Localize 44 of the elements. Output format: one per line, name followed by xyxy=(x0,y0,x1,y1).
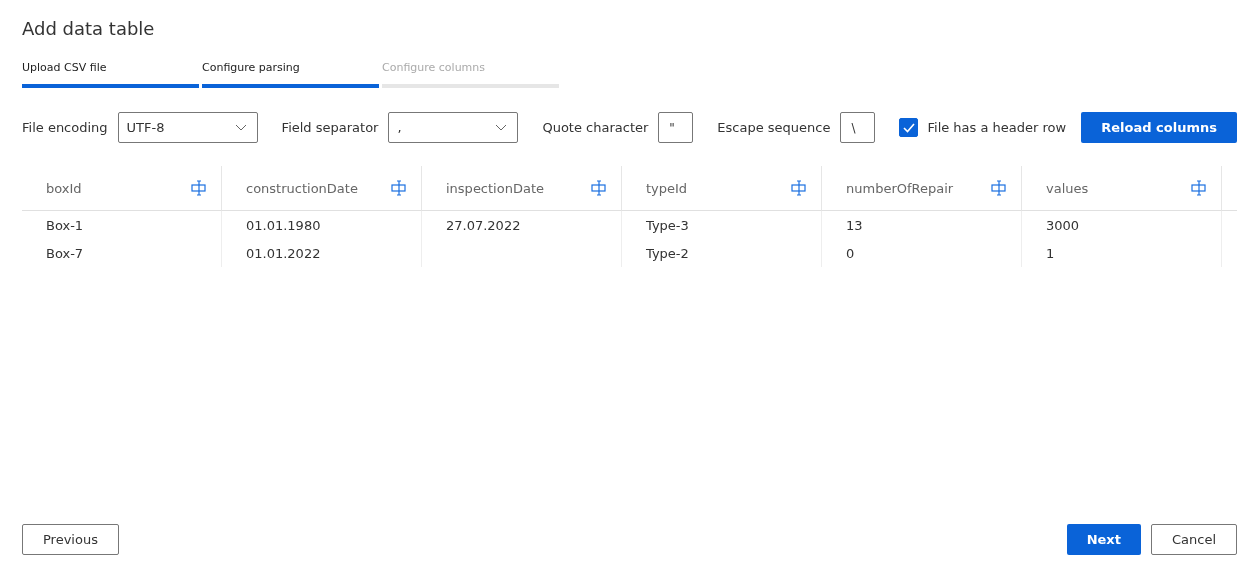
column-header: typeId xyxy=(646,180,688,196)
quote-input[interactable]: " xyxy=(658,112,694,143)
field-label: Quote character xyxy=(542,120,649,135)
chevron-down-icon xyxy=(495,124,508,131)
next-button[interactable]: Next xyxy=(1066,524,1141,555)
column-settings-icon[interactable] xyxy=(591,180,607,196)
checkmark-icon xyxy=(903,122,915,133)
table-cell: 13 xyxy=(822,211,1022,239)
table-cell: Type-2 xyxy=(622,239,822,267)
previous-button[interactable]: Previous xyxy=(22,524,119,555)
table-cell: 0 xyxy=(822,239,1022,267)
header-checkbox[interactable] xyxy=(899,118,919,137)
column-header: boxId xyxy=(46,180,82,196)
field-label: File encoding xyxy=(22,120,108,135)
chevron-down-icon xyxy=(234,124,247,131)
cancel-button[interactable]: Cancel xyxy=(1150,524,1237,555)
checkbox-label: File has a header row xyxy=(927,120,1067,135)
dialog-title: Add data table xyxy=(22,18,156,39)
column-settings-icon[interactable] xyxy=(191,180,207,196)
table-cell: 1 xyxy=(1022,239,1222,267)
column-header: values xyxy=(1046,180,1089,196)
field-label: Escape sequence xyxy=(717,120,831,135)
table-cell: Type-3 xyxy=(622,211,822,239)
reload-columns-button[interactable]: Reload columns xyxy=(1081,112,1237,143)
column-settings-icon[interactable] xyxy=(1191,180,1207,196)
field-label: Field separator xyxy=(281,120,379,135)
column-settings-icon[interactable] xyxy=(991,180,1007,196)
table-cell: 01.01.1980 xyxy=(222,211,422,239)
column-header: numberOfRepair xyxy=(846,180,954,196)
column-header: constructionDate xyxy=(246,180,358,196)
escape-input[interactable]: \ xyxy=(840,112,876,143)
table-cell: 27.07.2022 xyxy=(422,211,622,239)
table-cell: Box-7 xyxy=(22,239,222,267)
table-cell: 01.01.2022 xyxy=(222,239,422,267)
separator-select[interactable]: , xyxy=(388,112,519,143)
table-cell: 3000 xyxy=(1022,211,1222,239)
wizard-step: Configure parsing xyxy=(202,61,379,88)
encoding-select[interactable]: UTF-8 xyxy=(117,112,258,143)
column-settings-icon[interactable] xyxy=(391,180,407,196)
wizard-step: Configure columns xyxy=(382,61,559,88)
column-header: inspectionDate xyxy=(446,180,544,196)
wizard-step: Upload CSV file xyxy=(22,61,199,88)
table-cell: Box-1 xyxy=(22,211,222,239)
column-settings-icon[interactable] xyxy=(791,180,807,196)
